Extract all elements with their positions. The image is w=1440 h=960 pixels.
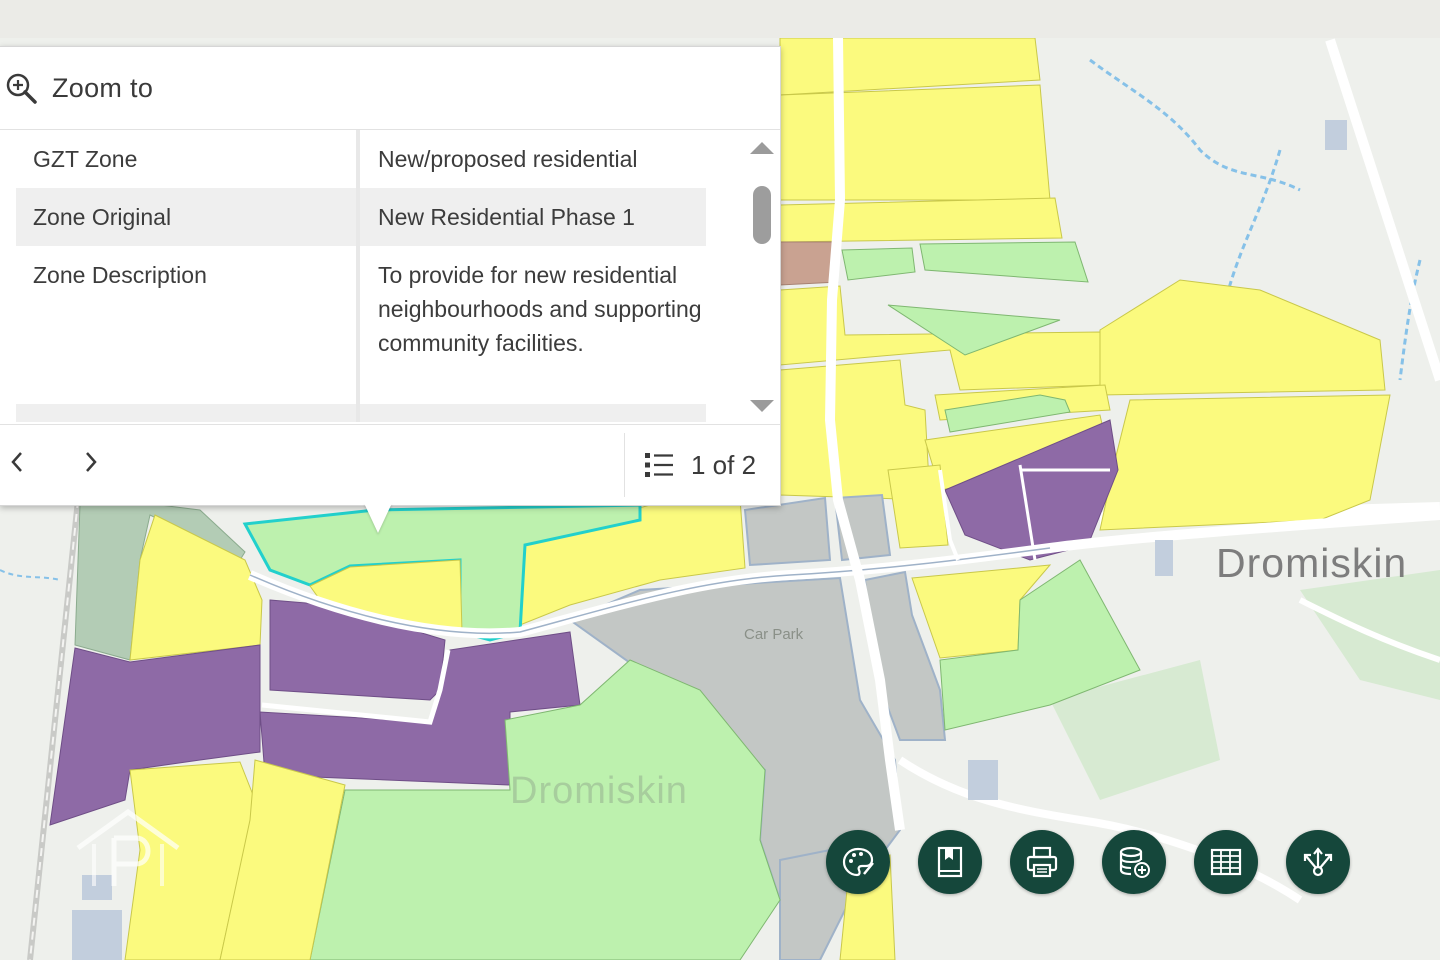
attribute-field: Zone Description bbox=[16, 246, 360, 404]
zone-residential[interactable] bbox=[779, 197, 1063, 243]
scrollbar-thumb[interactable] bbox=[753, 186, 771, 244]
scroll-down-arrow[interactable] bbox=[750, 400, 774, 412]
popup-footer: 1 of 2 bbox=[0, 424, 780, 505]
zone-community[interactable] bbox=[743, 496, 832, 567]
attribute-table-button[interactable] bbox=[1194, 830, 1258, 894]
attribute-value bbox=[360, 404, 706, 422]
feature-pager[interactable]: 1 of 2 bbox=[624, 433, 781, 497]
bookmarks-button[interactable] bbox=[918, 830, 982, 894]
attribute-row: GZT Zone New/proposed residential bbox=[16, 130, 706, 188]
chevron-left-icon bbox=[11, 452, 22, 472]
print-button[interactable] bbox=[1010, 830, 1074, 894]
building bbox=[1155, 540, 1173, 576]
bookmark-icon bbox=[937, 846, 963, 878]
attribute-value: New Residential Phase 1 bbox=[378, 204, 635, 230]
attribute-field: Zone Original bbox=[16, 188, 360, 246]
table-icon bbox=[1210, 848, 1242, 876]
add-data-button[interactable] bbox=[1102, 830, 1166, 894]
zoom-in-icon bbox=[6, 73, 37, 104]
attribute-row: Zone Original New Residential Phase 1 bbox=[16, 188, 706, 246]
top-bar bbox=[0, 0, 1440, 38]
previous-feature-button[interactable] bbox=[2, 447, 32, 481]
attribute-scroll-area[interactable]: GZT Zone New/proposed residential Zone O… bbox=[0, 130, 780, 422]
list-icon bbox=[645, 453, 673, 477]
database-add-icon bbox=[1119, 846, 1150, 878]
printer-icon bbox=[1026, 846, 1058, 878]
pager-label: 1 of 2 bbox=[691, 449, 757, 480]
building bbox=[1325, 120, 1347, 150]
map-toolbar bbox=[826, 830, 1352, 896]
zone-residential[interactable] bbox=[1099, 394, 1391, 531]
attribute-value: New/proposed residential bbox=[378, 146, 638, 172]
popup-pointer bbox=[364, 503, 392, 533]
building bbox=[968, 760, 998, 800]
car-park-label: Car Park bbox=[744, 626, 804, 643]
zoom-to-action[interactable]: Zoom to bbox=[0, 47, 780, 130]
attribute-field bbox=[16, 404, 360, 422]
zoom-to-label: Zoom to bbox=[52, 72, 154, 103]
zone-residential[interactable] bbox=[779, 84, 1051, 201]
building bbox=[72, 910, 122, 960]
attribute-row: Zone Description To provide for new resi… bbox=[16, 246, 706, 404]
town-label: Dromiskin bbox=[1216, 540, 1408, 586]
feature-popup: Zoom to GZT Zone New/proposed residentia… bbox=[0, 46, 781, 506]
chevron-right-icon bbox=[86, 452, 97, 472]
attribute-value: To provide for new residential neighbour… bbox=[378, 262, 702, 356]
watermark-logo bbox=[74, 808, 182, 888]
town-label-base: Dromiskin bbox=[510, 770, 688, 812]
attribute-table: GZT Zone New/proposed residential Zone O… bbox=[16, 130, 706, 422]
share-icon bbox=[1303, 847, 1333, 877]
attribute-field: GZT Zone bbox=[16, 130, 360, 188]
next-feature-button[interactable] bbox=[76, 447, 106, 481]
share-button[interactable] bbox=[1286, 830, 1350, 894]
attribute-row bbox=[16, 404, 706, 422]
scroll-up-arrow[interactable] bbox=[750, 142, 774, 154]
basemap-gallery-button[interactable] bbox=[826, 830, 890, 894]
palette-icon bbox=[842, 847, 874, 877]
